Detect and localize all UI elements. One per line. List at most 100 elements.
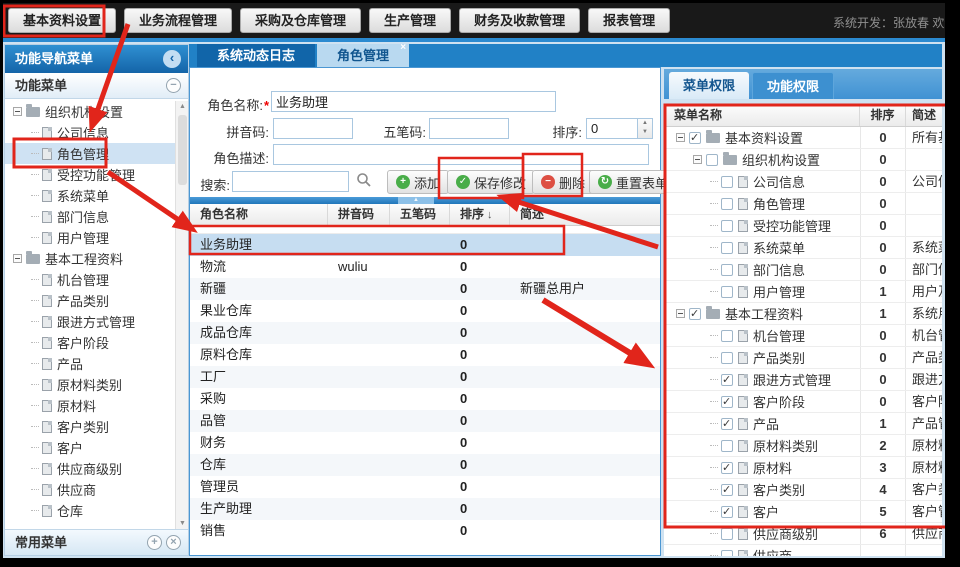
menu-button[interactable]: 业务流程管理 [124,8,232,33]
wubi-input[interactable] [429,118,509,139]
tab-system-log[interactable]: 系统动态日志 [197,44,315,67]
column-header-desc[interactable]: 简述 [510,204,657,225]
role-desc-input[interactable] [273,144,649,165]
delete-button[interactable]: −删除 [532,170,594,194]
menu-button[interactable]: 报表管理 [588,8,670,33]
sidebar-item[interactable]: 产品 [5,353,175,374]
sidebar-item[interactable]: 用户管理 [5,227,175,248]
checkbox[interactable] [721,550,733,557]
save-button[interactable]: ✓保存修改 [447,170,535,194]
column-header-wubi[interactable]: 五笔码 [390,204,450,225]
permission-row[interactable]: 供应商 [664,545,942,556]
table-row[interactable]: 生产助理0 [190,498,660,520]
column-header-menu-name[interactable]: 菜单名称 [664,105,860,126]
table-row[interactable]: 工厂0 [190,366,660,388]
sidebar-item[interactable]: 客户阶段 [5,332,175,353]
checkbox[interactable] [721,264,733,276]
checkbox[interactable] [721,374,733,386]
permission-row[interactable]: 产品1产品管 [664,413,942,435]
expand-icon[interactable] [13,254,22,263]
permission-row[interactable]: 受控功能管理0 [664,215,942,237]
permission-row[interactable]: 基本工程资料1系统用 [664,303,942,325]
permission-row[interactable]: 跟进方式管理0跟进方 [664,369,942,391]
sidebar-item[interactable]: 供应商级别 [5,458,175,479]
table-row[interactable]: 原料仓库0 [190,344,660,366]
sidebar-item[interactable]: 基本工程资料 [5,248,175,269]
sidebar-item[interactable]: 系统菜单 [5,185,175,206]
permission-row[interactable]: 原材料3原材料 [664,457,942,479]
column-header-sort[interactable]: 排序↓ [450,204,510,225]
checkbox[interactable] [721,352,733,364]
sidebar-scrollbar[interactable]: ▲ ▼ [175,101,188,529]
sidebar-item[interactable]: 客户 [5,437,175,458]
table-row[interactable]: 财务0 [190,432,660,454]
tab-close-icon[interactable]: × [400,43,406,53]
table-row[interactable]: 仓库0 [190,454,660,476]
checkbox[interactable] [721,220,733,232]
close-icon[interactable]: × [166,535,181,550]
table-row[interactable]: 物流wuliu0 [190,256,660,278]
permission-row[interactable]: 组织机构设置0 [664,149,942,171]
column-header-name[interactable]: 角色名称 [190,204,328,225]
common-menu-panel-header[interactable]: 常用菜单 + × [5,529,188,555]
expand-icon[interactable] [676,309,685,318]
permission-row[interactable]: 用户管理1用户及 [664,281,942,303]
menu-button[interactable]: 生产管理 [369,8,451,33]
scrollbar-thumb[interactable] [178,115,187,185]
sidebar-item[interactable]: 机台管理 [5,269,175,290]
sidebar-item[interactable]: 角色管理 [5,143,175,164]
column-header-sort[interactable]: 排序 [860,105,906,126]
permission-row[interactable]: 部门信息0部门信 [664,259,942,281]
checkbox[interactable] [721,330,733,342]
table-row[interactable]: 销售0 [190,520,660,542]
table-row[interactable]: 品管0 [190,410,660,432]
checkbox[interactable] [689,308,701,320]
permission-row[interactable]: 系统菜单0系统菜 [664,237,942,259]
sidebar-item[interactable]: 组织机构设置 [5,101,175,122]
tab-function-permission[interactable]: 功能权限 [752,72,834,99]
sidebar-item[interactable]: 产品类别 [5,290,175,311]
sidebar-item[interactable]: 部门信息 [5,206,175,227]
search-input[interactable] [232,171,349,192]
sidebar-item[interactable]: 原材料类别 [5,374,175,395]
permission-row[interactable]: 客户阶段0客户阶 [664,391,942,413]
table-row[interactable]: 果业仓库0 [190,300,660,322]
collapse-sidebar-button[interactable]: ‹ [163,50,181,68]
permission-row[interactable]: 产品类别0产品类 [664,347,942,369]
search-icon[interactable] [356,172,372,188]
scroll-up-icon[interactable]: ▲ [179,103,186,110]
checkbox[interactable] [721,176,733,188]
checkbox[interactable] [721,462,733,474]
role-name-input[interactable] [271,91,556,112]
sidebar-item[interactable]: 跟进方式管理 [5,311,175,332]
checkbox[interactable] [721,286,733,298]
permission-row[interactable]: 基本资料设置0所有基 [664,127,942,149]
checkbox[interactable] [721,440,733,452]
column-header-pinyin[interactable]: 拼音码 [328,204,390,225]
sidebar-item[interactable]: 供应商 [5,479,175,500]
table-row[interactable]: 管理员0 [190,476,660,498]
scroll-down-icon[interactable]: ▼ [179,520,186,527]
expand-icon[interactable] [676,133,685,142]
sidebar-item[interactable]: 受控功能管理 [5,164,175,185]
table-row[interactable]: 成品仓库0 [190,322,660,344]
number-spinner[interactable]: ▲▼ [638,118,653,139]
pinyin-input[interactable] [273,118,353,139]
minus-icon[interactable]: − [166,78,181,93]
add-button[interactable]: +添加 [387,170,449,194]
function-menu-panel-header[interactable]: 功能菜单 − [5,73,188,99]
expand-icon[interactable] [13,107,22,116]
table-row[interactable]: 采购0 [190,388,660,410]
table-row[interactable]: 新疆0新疆总用户 [190,278,660,300]
checkbox[interactable] [706,154,718,166]
permission-row[interactable]: 机台管理0机台管 [664,325,942,347]
checkbox[interactable] [721,528,733,540]
permission-row[interactable]: 客户5客户管 [664,501,942,523]
sidebar-item[interactable]: 原材料 [5,395,175,416]
permission-row[interactable]: 角色管理0 [664,193,942,215]
permission-row[interactable]: 客户类别4客户类 [664,479,942,501]
permission-row[interactable]: 供应商级别6供应商 [664,523,942,545]
permission-row[interactable]: 原材料类别2原材料 [664,435,942,457]
menu-button[interactable]: 基本资料设置 [8,8,116,33]
checkbox[interactable] [721,396,733,408]
